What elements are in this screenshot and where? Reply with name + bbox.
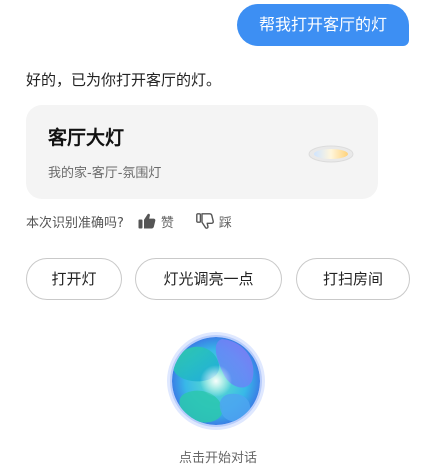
device-name: 客厅大灯	[48, 127, 125, 149]
like-label: 赞	[160, 215, 174, 231]
voice-orb-icon[interactable]	[166, 331, 266, 431]
suggestion-chip-brighten-light[interactable]: 灯光调亮一点	[135, 258, 282, 300]
like-button[interactable]: 赞	[138, 212, 174, 231]
device-card[interactable]: 客厅大灯 我的家-客厅-氛围灯	[26, 105, 378, 199]
assistant-reply: 好的，已为你打开客厅的灯。	[26, 71, 222, 89]
suggestion-chip-turn-on-light[interactable]: 打开灯	[26, 258, 122, 300]
feedback-question: 本次识别准确吗?	[26, 215, 124, 231]
ceiling-lamp-icon	[308, 145, 354, 163]
dislike-label: 踩	[218, 215, 232, 231]
suggestion-chip-clean-room[interactable]: 打扫房间	[296, 258, 410, 300]
thumbs-up-icon	[138, 213, 156, 229]
thumbs-down-icon	[196, 213, 214, 229]
dislike-button[interactable]: 踩	[196, 212, 232, 231]
device-location: 我的家-客厅-氛围灯	[48, 166, 162, 181]
voice-start-hint: 点击开始对话	[178, 451, 257, 466]
feedback-row: 本次识别准确吗? 赞 踩	[26, 210, 254, 232]
voice-assistant-screen: 帮我打开客厅的灯 好的，已为你打开客厅的灯。 客厅大灯 我的家-客厅-氛围灯 本…	[0, 0, 436, 469]
user-message-bubble: 帮我打开客厅的灯	[236, 4, 409, 46]
